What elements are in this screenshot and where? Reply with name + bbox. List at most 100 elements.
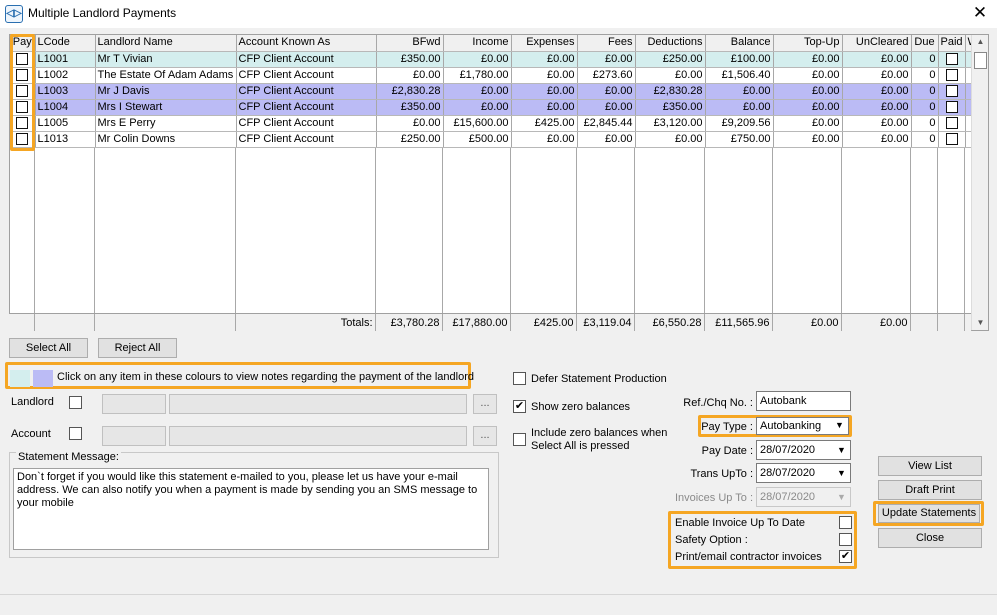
- cell-uncleared[interactable]: £0.00: [842, 83, 912, 100]
- col-header-landlord-name[interactable]: Landlord Name: [95, 35, 237, 52]
- cell-account[interactable]: CFP Client Account: [236, 67, 377, 84]
- print-contractor-checkbox[interactable]: ✔: [839, 550, 852, 563]
- legend-swatch-lavender[interactable]: [33, 370, 53, 387]
- paid-cell[interactable]: [938, 131, 966, 148]
- include-zero-balances-checkbox[interactable]: [513, 433, 526, 446]
- cell-deductions[interactable]: £350.00: [635, 99, 706, 116]
- cell-expenses[interactable]: £0.00: [511, 83, 578, 100]
- cell-due[interactable]: 0: [911, 131, 939, 148]
- paid-checkbox[interactable]: [945, 84, 958, 97]
- cell-uncleared[interactable]: £0.00: [842, 67, 912, 84]
- cell-account[interactable]: CFP Client Account: [236, 99, 377, 116]
- table-row[interactable]: L1005 Mrs E Perry CFP Client Account £0.00 £…: [10, 115, 973, 132]
- cell-topup[interactable]: £0.00: [773, 51, 843, 68]
- cell-name[interactable]: Mr Colin Downs: [95, 131, 237, 148]
- cell-lcode[interactable]: L1013: [35, 131, 96, 148]
- cell-name[interactable]: Mrs E Perry: [95, 115, 237, 132]
- cell-fees[interactable]: £273.60: [577, 67, 636, 84]
- landlord-name-field[interactable]: [169, 394, 467, 414]
- landlord-payments-grid[interactable]: Pay LCode Landlord Name Account Known As…: [9, 34, 989, 331]
- cell-topup[interactable]: £0.00: [773, 131, 843, 148]
- update-statements-button[interactable]: Update Statements: [878, 504, 980, 523]
- cell-due[interactable]: 0: [911, 83, 939, 100]
- cell-lcode[interactable]: L1003: [35, 83, 96, 100]
- cell-fees[interactable]: £0.00: [577, 131, 636, 148]
- landlord-filter-checkbox[interactable]: [69, 396, 82, 409]
- landlord-code-field[interactable]: [102, 394, 166, 414]
- cell-bfwd[interactable]: £0.00: [376, 67, 444, 84]
- cell-deductions[interactable]: £3,120.00: [635, 115, 706, 132]
- cell-bfwd[interactable]: £350.00: [376, 51, 444, 68]
- account-name-field[interactable]: [169, 426, 467, 446]
- cell-lcode[interactable]: L1001: [35, 51, 96, 68]
- cell-balance[interactable]: £1,506.40: [705, 67, 774, 84]
- landlord-lookup-button[interactable]: ...: [473, 394, 497, 414]
- cell-account[interactable]: CFP Client Account: [236, 131, 377, 148]
- paid-cell[interactable]: [938, 51, 966, 68]
- cell-uncleared[interactable]: £0.00: [842, 115, 912, 132]
- col-header-bfwd[interactable]: BFwd: [376, 35, 444, 52]
- cell-lcode[interactable]: L1005: [35, 115, 96, 132]
- account-code-field[interactable]: [102, 426, 166, 446]
- cell-lcode[interactable]: L1004: [35, 99, 96, 116]
- paid-checkbox[interactable]: [945, 68, 958, 81]
- cell-bfwd[interactable]: £2,830.28: [376, 83, 444, 100]
- account-checkbox-box[interactable]: [69, 427, 82, 440]
- table-row[interactable]: L1013 Mr Colin Downs CFP Client Account £25…: [10, 131, 973, 148]
- scroll-thumb[interactable]: [974, 52, 987, 69]
- cell-uncleared[interactable]: £0.00: [842, 51, 912, 68]
- scroll-down-icon[interactable]: ▼: [972, 316, 989, 330]
- cell-name[interactable]: Mrs I Stewart: [95, 99, 237, 116]
- cell-bfwd[interactable]: £0.00: [376, 115, 444, 132]
- cell-deductions[interactable]: £0.00: [635, 67, 706, 84]
- close-button[interactable]: Close: [878, 528, 982, 548]
- cell-name[interactable]: Mr J Davis: [95, 83, 237, 100]
- paid-checkbox[interactable]: [945, 100, 958, 113]
- col-header-balance[interactable]: Balance: [705, 35, 774, 52]
- cell-topup[interactable]: £0.00: [773, 67, 843, 84]
- paid-cell[interactable]: [938, 67, 966, 84]
- cell-account[interactable]: CFP Client Account: [236, 115, 377, 132]
- cell-balance[interactable]: £100.00: [705, 51, 774, 68]
- col-header-account-known-as[interactable]: Account Known As: [236, 35, 377, 52]
- chevron-down-icon[interactable]: ▼: [832, 418, 847, 432]
- col-header-lcode[interactable]: LCode: [35, 35, 96, 52]
- paid-checkbox[interactable]: [945, 52, 958, 65]
- col-header-uncleared[interactable]: UnCleared: [842, 35, 912, 52]
- cell-due[interactable]: 0: [911, 67, 939, 84]
- paid-cell[interactable]: [938, 99, 966, 116]
- cell-deductions[interactable]: £250.00: [635, 51, 706, 68]
- account-filter-checkbox[interactable]: [69, 427, 82, 440]
- scroll-up-icon[interactable]: ▲: [972, 35, 989, 49]
- reject-all-button[interactable]: Reject All: [98, 338, 177, 358]
- cell-deductions[interactable]: £2,830.28: [635, 83, 706, 100]
- cell-bfwd[interactable]: £250.00: [376, 131, 444, 148]
- cell-uncleared[interactable]: £0.00: [842, 99, 912, 116]
- pay-date-picker[interactable]: 28/07/2020 ▼: [756, 440, 851, 460]
- account-lookup-button[interactable]: ...: [473, 426, 497, 446]
- chevron-down-icon[interactable]: ▼: [834, 465, 849, 481]
- cell-fees[interactable]: £0.00: [577, 51, 636, 68]
- cell-topup[interactable]: £0.00: [773, 83, 843, 100]
- col-header-expenses[interactable]: Expenses: [511, 35, 578, 52]
- cell-name[interactable]: The Estate Of Adam Adams: [95, 67, 237, 84]
- legend-swatch-cyan[interactable]: [10, 370, 30, 387]
- cell-deductions[interactable]: £0.00: [635, 131, 706, 148]
- paid-checkbox[interactable]: [945, 132, 958, 145]
- cell-balance[interactable]: £0.00: [705, 83, 774, 100]
- paid-checkbox[interactable]: [945, 116, 958, 129]
- col-header-due[interactable]: Due: [911, 35, 939, 52]
- col-header-deductions[interactable]: Deductions: [635, 35, 706, 52]
- paid-cell[interactable]: [938, 83, 966, 100]
- defer-statement-checkbox[interactable]: [513, 372, 526, 385]
- safety-option-checkbox[interactable]: [839, 533, 852, 546]
- cell-expenses[interactable]: £0.00: [511, 67, 578, 84]
- chevron-down-icon[interactable]: ▼: [834, 442, 849, 458]
- close-icon[interactable]: ✕: [968, 2, 992, 24]
- show-zero-balances-checkbox[interactable]: ✔: [513, 400, 526, 413]
- cell-balance[interactable]: £9,209.56: [705, 115, 774, 132]
- cell-bfwd[interactable]: £350.00: [376, 99, 444, 116]
- cell-income[interactable]: £0.00: [443, 83, 512, 100]
- cell-income[interactable]: £500.00: [443, 131, 512, 148]
- statement-message-textarea[interactable]: Don`t forget if you would like this stat…: [13, 468, 489, 550]
